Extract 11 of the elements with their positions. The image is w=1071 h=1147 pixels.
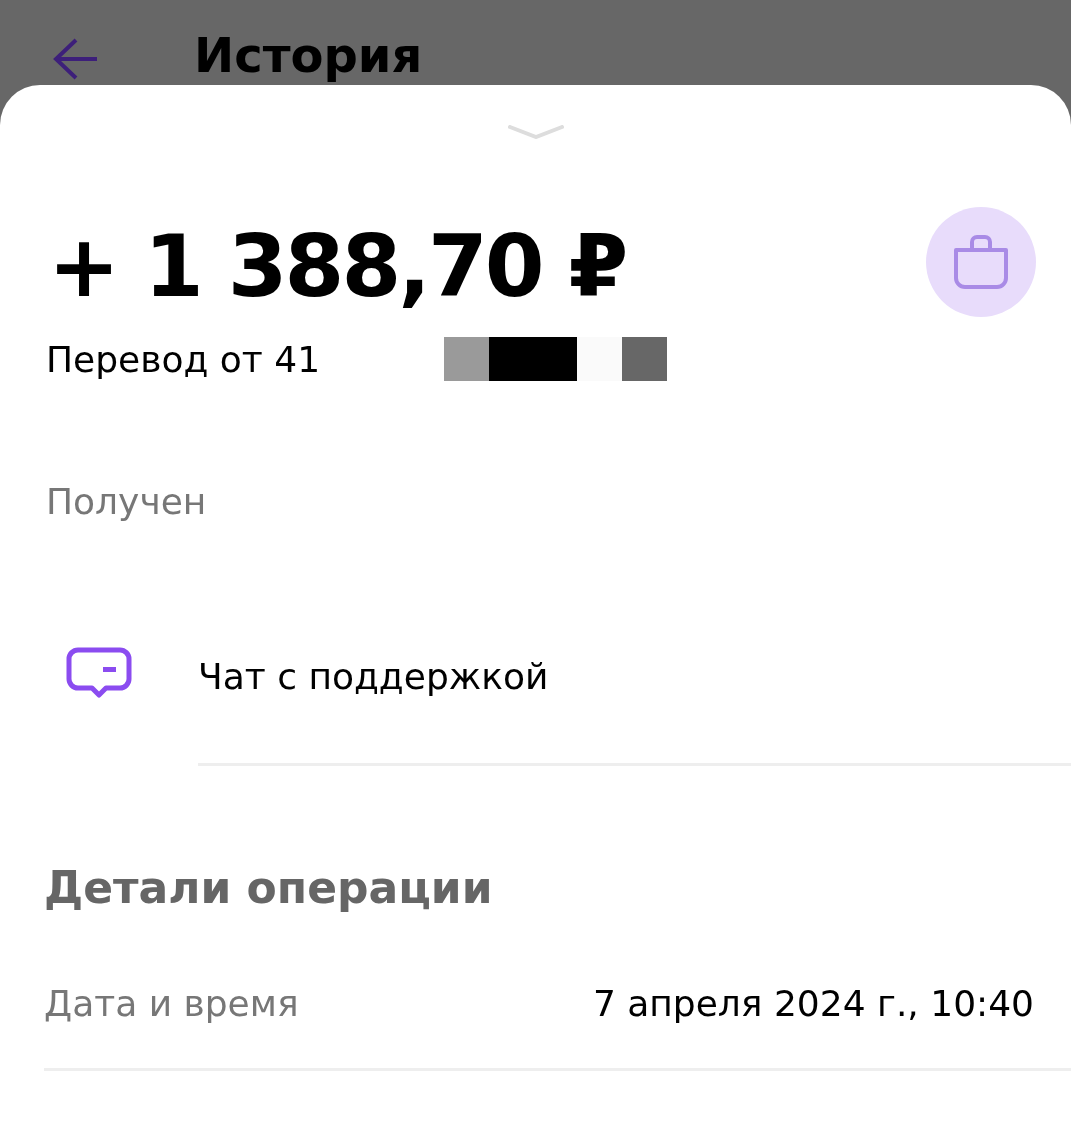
support-chat-item[interactable]: Чат с поддержкой — [0, 647, 1071, 705]
back-button[interactable] — [52, 38, 98, 80]
back-arrow-icon — [52, 38, 98, 80]
shopping-bag-icon — [952, 234, 1010, 290]
detail-value: 7 апреля 2024 г., 10:40 — [592, 983, 1034, 1024]
transfer-source: Перевод от 41 — [46, 338, 322, 380]
amount: + 1 388,70 ₽ — [48, 223, 626, 309]
section-title: Детали операции — [43, 862, 494, 913]
collapse-chevron-icon[interactable] — [507, 125, 564, 139]
detail-label: Дата и время — [44, 983, 299, 1024]
status-text: Получен — [45, 481, 208, 522]
